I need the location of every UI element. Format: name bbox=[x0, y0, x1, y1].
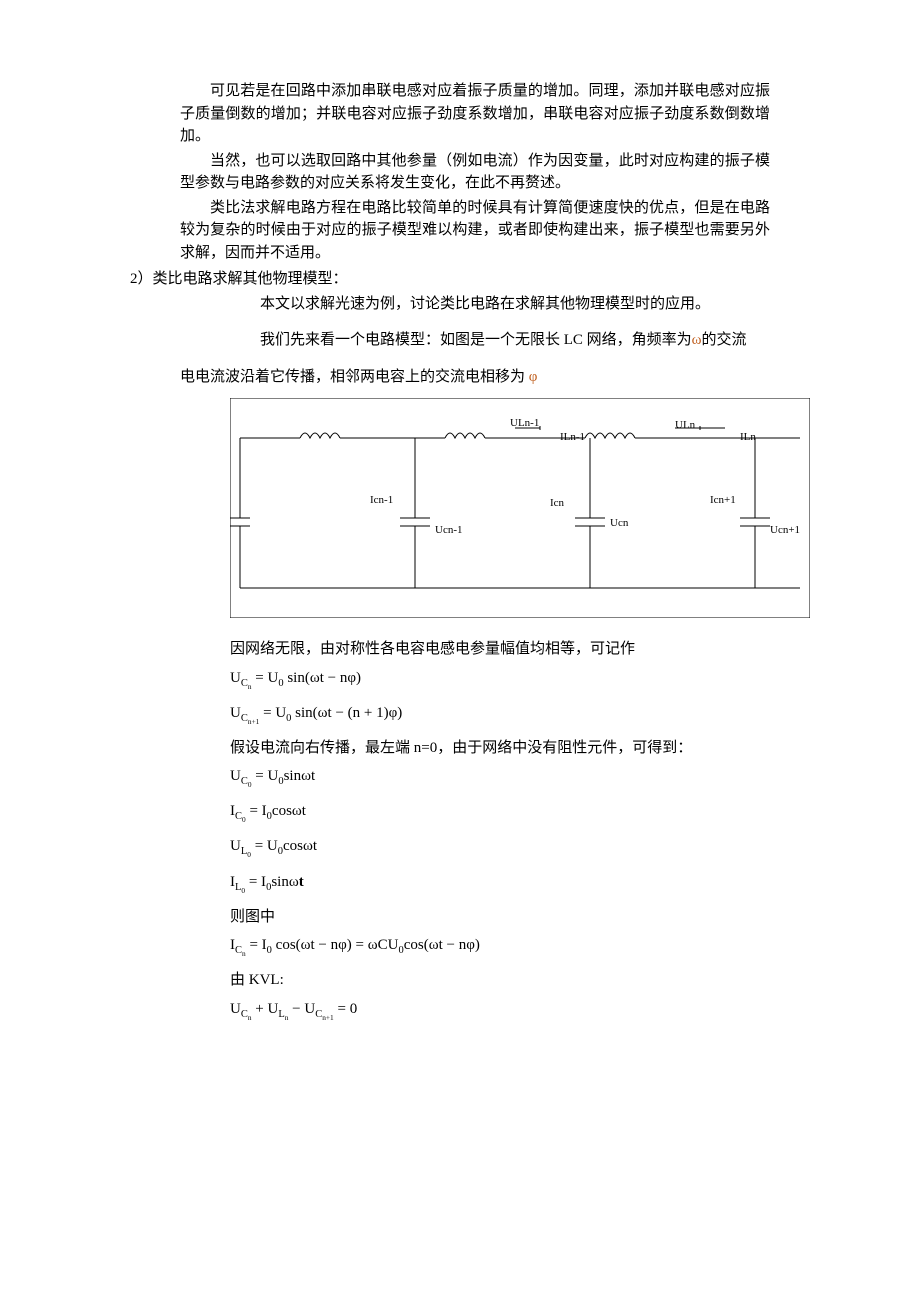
paragraph-4: 本文以求解光速为例，讨论类比电路在求解其他物理模型时的应用。 bbox=[230, 293, 770, 316]
heading-analogy: 2）类比电路求解其他物理模型： bbox=[130, 268, 770, 291]
label-ULn-1: ULn-1 bbox=[510, 417, 539, 429]
equation-5: UL0 = U0cosωt bbox=[230, 835, 770, 860]
equation-8: UCn + ULn − UCn+1 = 0 bbox=[230, 998, 770, 1023]
p5-text-b: 的交流 bbox=[702, 332, 747, 348]
label-Ucn: Ucn bbox=[610, 517, 629, 529]
paragraph-7: 因网络无限，由对称性各电容电感电参量幅值均相等，可记作 bbox=[230, 638, 770, 661]
paragraph-2: 当然，也可以选取回路中其他参量（例如电流）作为因变量，此时对应构建的振子模型参数… bbox=[180, 150, 770, 195]
label-Ucn-1: Ucn-1 bbox=[435, 524, 463, 536]
omega-symbol: ω bbox=[692, 332, 702, 348]
paragraph-8: 假设电流向右传播，最左端 n=0，由于网络中没有阻性元件，可得到： bbox=[230, 737, 770, 760]
label-Icn1: Icn+1 bbox=[710, 494, 736, 506]
equation-6: IL0 = I0sinωt bbox=[230, 871, 770, 896]
equation-2: UCn+1 = U0 sin(ωt − (n + 1)φ) bbox=[230, 702, 770, 727]
equation-7: ICn = I0 cos(ωt − nφ) = ωCU0cos(ωt − nφ) bbox=[230, 934, 770, 959]
equation-1: UCn = U0 sin(ωt − nφ) bbox=[230, 667, 770, 692]
paragraph-5: 我们先来看一个电路模型：如图是一个无限长 LC 网络，角频率为ω的交流 bbox=[230, 329, 770, 352]
content-block: 本文以求解光速为例，讨论类比电路在求解其他物理模型时的应用。 我们先来看一个电路… bbox=[230, 293, 770, 1023]
paragraph-3: 类比法求解电路方程在电路比较简单的时候具有计算简便速度快的优点，但是在电路较为复… bbox=[180, 197, 770, 265]
label-ILn-1: ILn-1 bbox=[560, 431, 585, 443]
label-Ucn1: Ucn+1 bbox=[770, 524, 800, 536]
label-Icn: Icn bbox=[550, 497, 565, 509]
paragraph-9: 则图中 bbox=[230, 906, 770, 929]
p5-text-a: 我们先来看一个电路模型：如图是一个无限长 LC 网络，角频率为 bbox=[260, 332, 692, 348]
phi-symbol: φ bbox=[529, 369, 538, 385]
paragraph-1: 可见若是在回路中添加串联电感对应着振子质量的增加。同理，添加并联电感对应振子质量… bbox=[180, 80, 770, 148]
label-ILn: ILn bbox=[740, 431, 756, 443]
paragraph-10: 由 KVL: bbox=[230, 969, 770, 992]
page: 可见若是在回路中添加串联电感对应着振子质量的增加。同理，添加并联电感对应振子质量… bbox=[0, 0, 920, 1073]
paragraph-6: 电电流波沿着它传播，相邻两电容上的交流电相移为 φ bbox=[180, 366, 770, 389]
equation-3: UC0 = U0sinωt bbox=[230, 765, 770, 790]
label-Icn-1: Icn-1 bbox=[370, 494, 393, 506]
label-ULn: ULn bbox=[675, 419, 696, 431]
equation-4: IC0 = I0cosωt bbox=[230, 800, 770, 825]
p6-text-a: 电电流波沿着它传播，相邻两电容上的交流电相移为 bbox=[180, 369, 529, 385]
circuit-diagram: ULn-1 ILn-1 ULn ILn Icn-1 Ucn-1 bbox=[230, 398, 810, 618]
